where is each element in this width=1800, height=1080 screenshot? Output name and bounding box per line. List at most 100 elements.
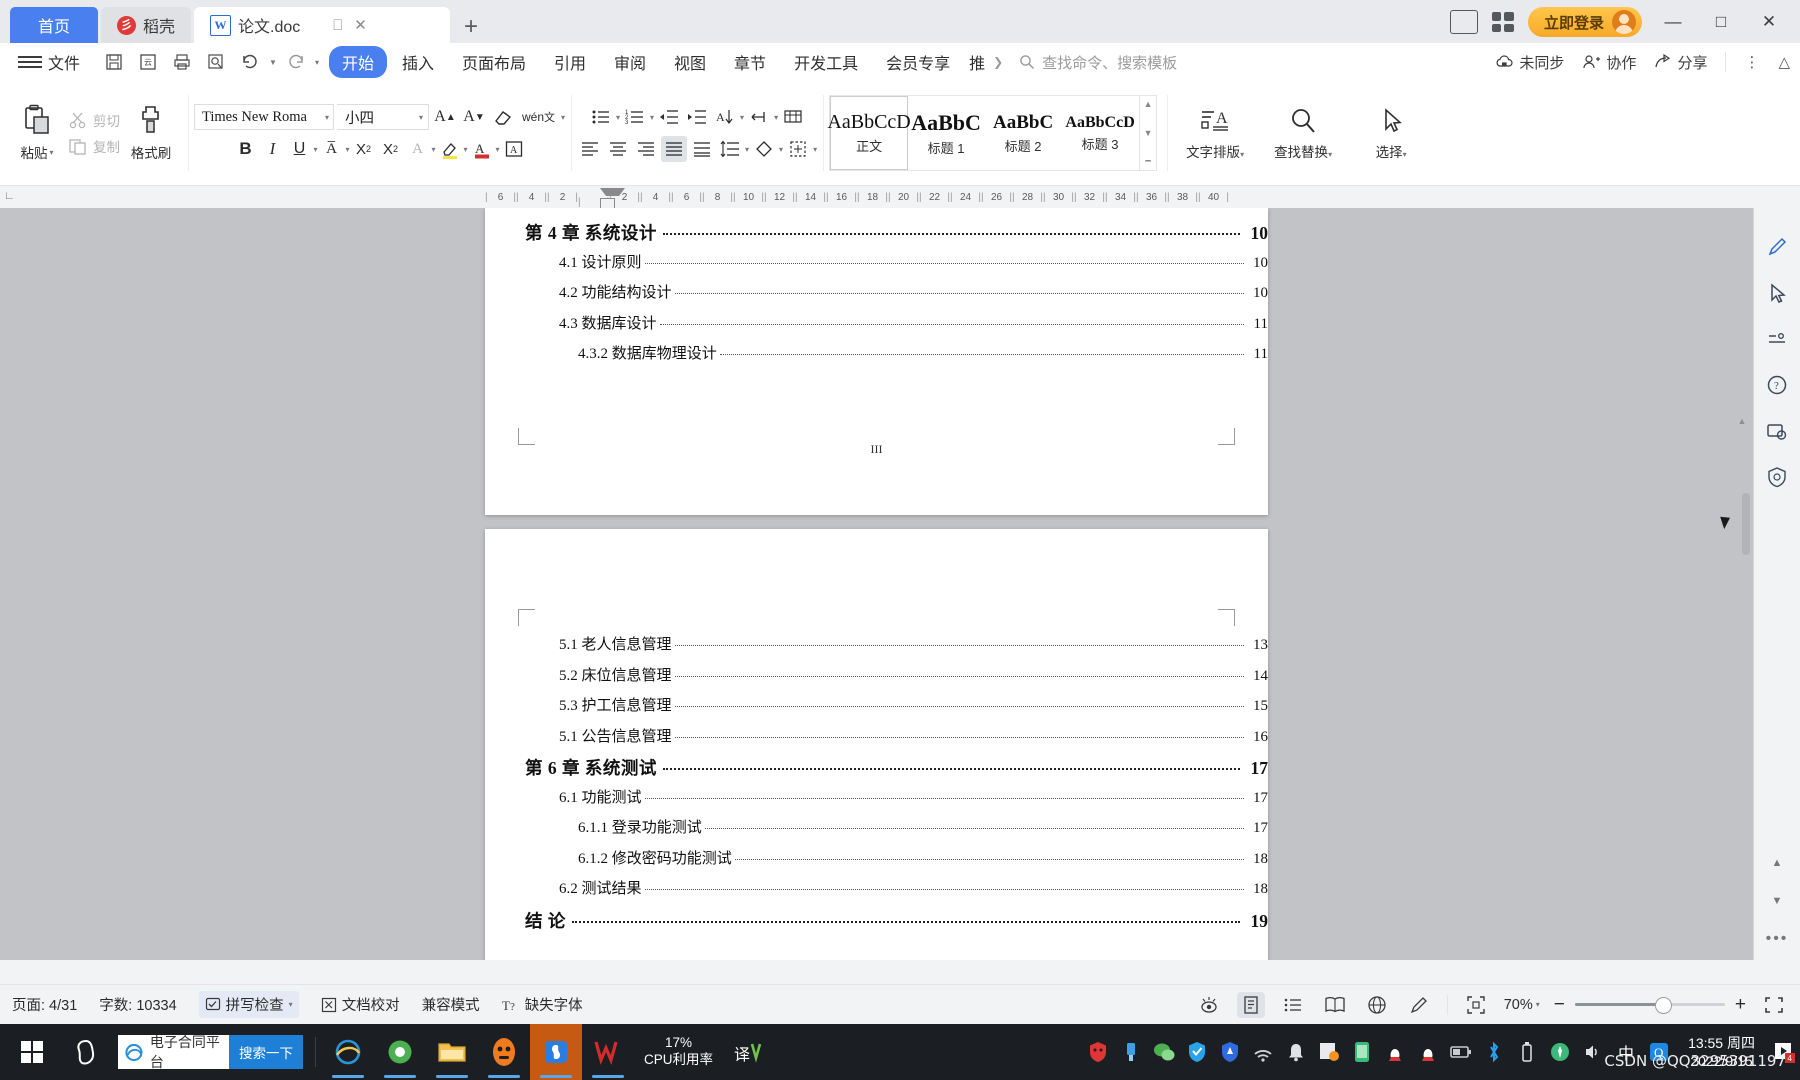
chevron-down-icon[interactable]: ▾	[313, 145, 317, 154]
chevron-down-icon[interactable]: ▾	[745, 145, 749, 154]
scroll-up-icon[interactable]: ▲	[1735, 416, 1749, 430]
toc-entry[interactable]: 6.1.1 登录功能测试 17	[485, 816, 1268, 847]
highlight-color-button[interactable]	[437, 136, 463, 162]
fullscreen-icon[interactable]	[1760, 992, 1788, 1018]
chevron-down-icon[interactable]: ▾	[345, 145, 349, 154]
text-effect-button[interactable]: A	[501, 136, 527, 162]
spell-check-toggle[interactable]: 拼写检查 ▾	[198, 991, 299, 1018]
taskbar-cortana-icon[interactable]	[60, 1024, 112, 1080]
chevron-down-icon[interactable]: ▾	[419, 113, 423, 122]
copy-button[interactable]: 复制	[68, 136, 120, 156]
chevron-down-icon[interactable]: ▾	[325, 113, 329, 122]
chevron-down-icon[interactable]: ▾	[616, 113, 620, 122]
qat-customize-icon[interactable]: ▾	[315, 58, 319, 67]
grow-font-button[interactable]: A ▲	[432, 104, 458, 130]
chevron-down-icon[interactable]: ▾	[289, 1000, 293, 1009]
print-preview-icon[interactable]	[201, 48, 231, 76]
chevron-down-icon[interactable]: ▾	[779, 145, 783, 154]
more-dots-icon[interactable]: •••	[1764, 926, 1790, 952]
toc-entry[interactable]: 第 4 章 系统设计 10	[485, 220, 1268, 251]
toc-entry[interactable]: 4.3 数据库设计 11	[485, 312, 1268, 343]
justify-button[interactable]	[661, 136, 688, 162]
sync-status[interactable]: 未同步	[1495, 52, 1564, 73]
toc-entry[interactable]: 4.3.2 数据库物理设计 11	[485, 342, 1268, 373]
taskbar-search-button[interactable]: 搜索一下	[229, 1035, 303, 1069]
share-button[interactable]: 分享	[1654, 52, 1707, 73]
cursor-select-icon[interactable]	[1764, 280, 1790, 306]
tray-bluetooth-icon[interactable]	[1482, 1040, 1506, 1064]
toc-entry[interactable]: 6.1 功能测试 17	[485, 786, 1268, 817]
taskbar-thunder-icon[interactable]	[530, 1024, 582, 1080]
minimize-button[interactable]: —	[1656, 7, 1690, 37]
pinyin-guide-button[interactable]: wén 文	[519, 104, 558, 130]
annotate-view[interactable]	[1405, 992, 1433, 1018]
increase-indent-button[interactable]	[684, 104, 710, 130]
tab-close-icon[interactable]: ✕	[354, 16, 367, 34]
start-button[interactable]	[4, 1024, 60, 1080]
bullet-list-button[interactable]	[588, 104, 614, 130]
chevron-down-icon[interactable]: ▾	[496, 145, 500, 154]
zoom-in-button[interactable]: +	[1735, 994, 1746, 1016]
tray-battery-icon[interactable]	[1449, 1040, 1473, 1064]
tray-sync-icon[interactable]	[1317, 1040, 1341, 1064]
outline-view[interactable]	[1279, 992, 1307, 1018]
tray-wechat-icon[interactable]	[1152, 1040, 1176, 1064]
style-expand-icon[interactable]: ━	[1145, 156, 1150, 167]
shading-button[interactable]	[751, 136, 777, 162]
text-layout-button[interactable]: A 文字排版▾	[1173, 106, 1257, 161]
more-options-icon[interactable]: ⋮	[1744, 53, 1760, 71]
tray-qq-penguin-icon[interactable]	[1383, 1040, 1407, 1064]
close-button[interactable]: ✕	[1752, 7, 1786, 37]
format-painter-button[interactable]: 格式刷	[120, 104, 182, 162]
scrollbar-thumb[interactable]	[1742, 493, 1750, 555]
eye-protect-icon[interactable]	[1195, 992, 1223, 1018]
ribbon-tab-developer[interactable]: 开发工具	[781, 46, 871, 78]
save-as-icon[interactable]: 云	[133, 48, 163, 76]
security-icon[interactable]	[1764, 464, 1790, 490]
toc-entry[interactable]: 结 论 19	[485, 908, 1268, 939]
select-button[interactable]: 选择▾	[1349, 106, 1433, 161]
distribute-button[interactable]	[689, 136, 715, 162]
horizontal-ruler[interactable]: ∟ 64224681012141618202224262830323436384…	[0, 186, 1800, 209]
zoom-slider[interactable]: − +	[1554, 994, 1746, 1016]
vertical-scrollbar[interactable]: ▲ ▼ ≡	[1738, 416, 1750, 960]
file-menu-button[interactable]: 文件	[48, 46, 93, 78]
scroll-up-small-icon[interactable]: ▲	[1764, 850, 1790, 876]
zoom-out-button[interactable]: −	[1554, 994, 1565, 1016]
align-right-button[interactable]	[633, 136, 659, 162]
help-icon[interactable]: ?	[1764, 372, 1790, 398]
doc-grid-button[interactable]	[780, 104, 806, 130]
command-search[interactable]: 查找命令、搜索模板	[1019, 52, 1177, 73]
toc-entry[interactable]: 5.1 公告信息管理 16	[485, 725, 1268, 756]
clear-format-button[interactable]	[490, 104, 516, 130]
paste-button[interactable]: 粘贴 ▾	[6, 104, 68, 162]
strikethrough-button[interactable]: A̅	[318, 136, 344, 162]
chevron-down-icon[interactable]: ▾	[1536, 1000, 1540, 1009]
taskbar-360-browser-icon[interactable]	[374, 1024, 426, 1080]
line-spacing-button[interactable]	[717, 136, 743, 162]
toc-entry[interactable]: 4.1 设计原则 10	[485, 251, 1268, 282]
chevron-down-icon[interactable]: ▾	[561, 113, 565, 122]
taskbar-ie-icon[interactable]	[322, 1024, 374, 1080]
ribbon-tab-insert[interactable]: 插入	[389, 46, 447, 78]
missing-font-button[interactable]: T? 缺失字体	[502, 994, 583, 1015]
chevron-down-icon[interactable]: ▾	[650, 113, 654, 122]
tab-document[interactable]: W 论文.doc ⎕ ✕	[194, 7, 451, 43]
print-layout-view[interactable]	[1236, 991, 1265, 1018]
document-page-1[interactable]: 第 4 章 系统设计 10 4.1 设计原则 10 4.2 功能结构设计 10 4.3 数据…	[485, 208, 1268, 515]
change-case-button[interactable]: A	[405, 136, 431, 162]
ribbon-tab-start[interactable]: 开始	[328, 46, 387, 78]
redo-icon[interactable]	[281, 48, 311, 76]
decrease-indent-button[interactable]	[656, 104, 682, 130]
tab-docer[interactable]: 彡 稻壳	[101, 7, 192, 43]
toc-entry[interactable]: 6.2 测试结果 18	[485, 877, 1268, 908]
ribbon-tab-view[interactable]: 视图	[661, 46, 719, 78]
style-heading-2[interactable]: AaBbC 标题 2	[985, 96, 1062, 170]
align-center-button[interactable]	[605, 136, 631, 162]
taskbar-explorer-icon[interactable]	[426, 1024, 478, 1080]
shrink-font-button[interactable]: A ▼	[461, 104, 487, 130]
taskbar-translate-icon[interactable]: 译	[723, 1024, 775, 1080]
style-heading-3[interactable]: AaBbCcD 标题 3	[1062, 96, 1139, 170]
borders-button[interactable]	[785, 136, 811, 162]
page-indicator[interactable]: 页面: 4/31	[12, 994, 77, 1015]
